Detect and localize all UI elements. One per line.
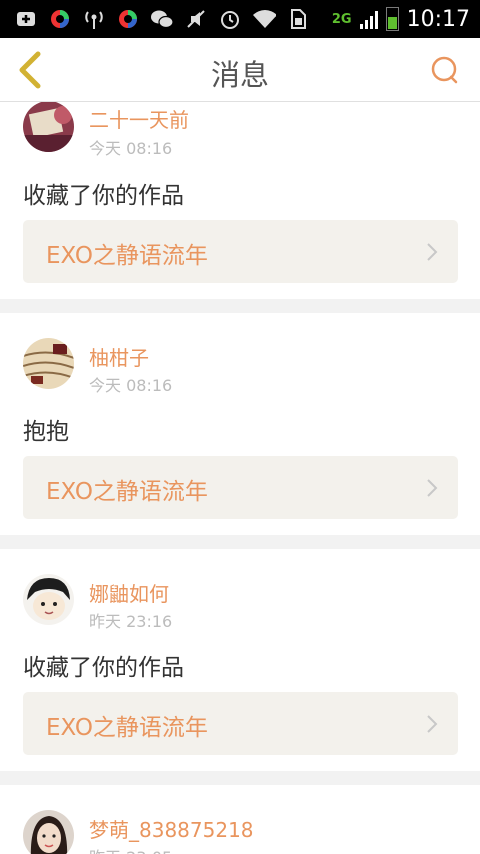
mute-icon [184, 7, 208, 31]
message-time: 昨天 23:05 [89, 844, 172, 854]
message-time: 今天 08:16 [89, 139, 173, 158]
work-link[interactable]: EXO之静语流年 [23, 220, 458, 283]
work-title: EXO之静语流年 [46, 243, 208, 269]
color-app-icon [48, 7, 72, 31]
sim-icon [286, 7, 310, 31]
message-time: 昨天 23:16 [89, 612, 173, 631]
alarm-icon [218, 7, 242, 31]
hotspot-icon [82, 7, 106, 31]
work-link[interactable]: EXO之静语流年 [23, 456, 458, 519]
avatar[interactable] [23, 338, 74, 389]
username[interactable]: 梦萌_838875218 [89, 814, 254, 843]
signal-icon [359, 9, 378, 29]
username[interactable]: 娜鼬如何 [89, 578, 169, 607]
chevron-right-icon [427, 243, 438, 261]
message-action: 抱抱 [23, 419, 69, 445]
avatar[interactable] [23, 102, 74, 152]
work-title: EXO之静语流年 [46, 479, 208, 505]
network-type: 2G [331, 11, 352, 27]
wechat-icon [150, 7, 174, 31]
chevron-right-icon [427, 715, 438, 733]
notification-icons [14, 7, 310, 31]
battery-icon [385, 7, 399, 31]
add-icon [14, 7, 38, 31]
work-link[interactable]: EXO之静语流年 [23, 692, 458, 755]
message-action: 收藏了你的作品 [23, 655, 184, 681]
search-button[interactable] [430, 55, 460, 85]
chevron-right-icon [427, 479, 438, 497]
message-card: 梦萌_838875218 昨天 23:05 [0, 785, 480, 854]
message-list[interactable]: 二十一天前 今天 08:16 收藏了你的作品 EXO之静语流年 柚柑子 今天 0… [0, 102, 480, 854]
message-action: 收藏了你的作品 [23, 183, 184, 209]
wifi-icon [252, 7, 276, 31]
message-card: 二十一天前 今天 08:16 收藏了你的作品 EXO之静语流年 [0, 102, 480, 299]
username[interactable]: 二十一天前 [89, 104, 189, 133]
status-bar: 2G 10:17 [0, 0, 480, 38]
username[interactable]: 柚柑子 [89, 342, 149, 371]
message-card: 娜鼬如何 昨天 23:16 收藏了你的作品 EXO之静语流年 [0, 549, 480, 771]
navigation-bar: 消息 [0, 38, 480, 102]
work-title: EXO之静语流年 [46, 715, 208, 741]
avatar[interactable] [23, 810, 74, 854]
color-app-icon [116, 7, 140, 31]
avatar[interactable] [23, 574, 74, 625]
message-time: 今天 08:16 [89, 376, 173, 395]
page-title: 消息 [210, 58, 269, 92]
search-icon [431, 56, 458, 84]
message-card: 柚柑子 今天 08:16 抱抱 EXO之静语流年 [0, 313, 480, 535]
clock: 10:17 [406, 6, 470, 32]
